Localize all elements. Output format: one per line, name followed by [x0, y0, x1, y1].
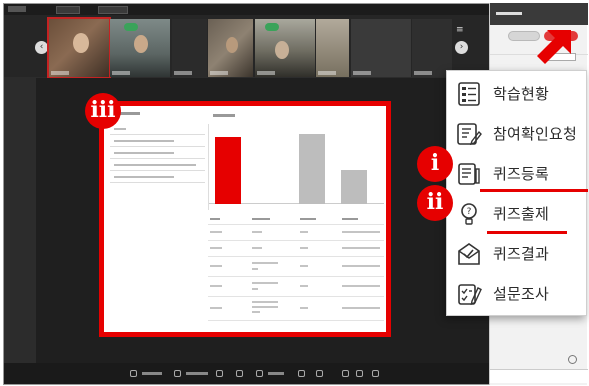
table-row[interactable]: [208, 277, 384, 297]
participant-name: [174, 71, 192, 75]
table-row[interactable]: [208, 225, 384, 241]
mic-icon[interactable]: [216, 370, 223, 377]
svg-text:?: ?: [467, 207, 472, 217]
participant-name: [257, 71, 275, 75]
participant-tile[interactable]: [172, 19, 207, 77]
annotation-marker-iii: iii: [85, 93, 121, 129]
table-header: [208, 214, 384, 225]
participant-tile[interactable]: [351, 19, 411, 77]
mic-badge: [124, 23, 138, 31]
participant-tile[interactable]: [110, 19, 170, 77]
learning-status-icon: [458, 82, 480, 106]
table-row[interactable]: [208, 257, 384, 277]
bottom-toolbar: [4, 363, 490, 384]
speaker-icon[interactable]: [236, 370, 243, 377]
exit-icon[interactable]: [372, 370, 379, 377]
attendance-request-icon: [457, 123, 482, 146]
fullscreen-icon[interactable]: [356, 370, 363, 377]
list-item[interactable]: [110, 124, 205, 135]
annotation-marker-i: i: [417, 146, 453, 182]
participant-tile[interactable]: [47, 17, 111, 79]
menu-item-label: 설문조사: [493, 285, 550, 303]
chart-bar: [341, 170, 367, 204]
list-item[interactable]: [110, 160, 205, 171]
toolbar-label: [268, 372, 284, 375]
highlight-underline: [480, 189, 588, 192]
list-item[interactable]: [110, 148, 205, 159]
hamburger-icon[interactable]: ≡: [456, 25, 464, 35]
list-item[interactable]: [110, 172, 205, 183]
participant-name: [51, 71, 69, 75]
menu-item-label: 참여확인요청: [493, 125, 578, 143]
chat-input[interactable]: [490, 369, 588, 383]
toolbar-label: [186, 372, 208, 375]
quiz-register-icon: [458, 163, 480, 185]
participant-name: [414, 71, 432, 75]
instructor-tools-menu: 학습현황 참여확인요청 퀴즈등록 ? 퀴즈출제 퀴즈결과 설문조사: [446, 70, 588, 316]
menu-item-label: 학습현황: [493, 85, 550, 103]
quiz-answer-chart: [208, 114, 384, 210]
menu-item-learning-status[interactable]: 학습현황: [447, 74, 588, 114]
menu-item-quiz-results[interactable]: 퀴즈결과: [447, 234, 588, 274]
menu-item-quiz-question[interactable]: ? 퀴즈출제: [447, 194, 588, 234]
quiz-results-icon: [458, 243, 480, 265]
pointer-arrow-icon: [537, 30, 571, 64]
chart-bar: [299, 134, 325, 204]
top-tab-bar: [4, 4, 490, 15]
participant-name: [318, 71, 336, 75]
menu-item-label: 퀴즈등록: [493, 165, 550, 183]
participant-name: [112, 71, 130, 75]
screen-share-icon[interactable]: [130, 370, 137, 377]
chat-icon[interactable]: [316, 370, 323, 377]
participant-tile[interactable]: [208, 19, 253, 77]
participant-tile[interactable]: [255, 19, 315, 77]
participant-name: [353, 71, 371, 75]
survey-icon: [458, 284, 482, 306]
tab-settings[interactable]: [98, 6, 128, 14]
record-icon[interactable]: [174, 370, 181, 377]
chart-bar: [257, 203, 283, 204]
participant-tile[interactable]: [412, 19, 452, 77]
settings-icon[interactable]: [342, 370, 349, 377]
table-row[interactable]: [208, 241, 384, 257]
layout-icon[interactable]: [256, 370, 263, 377]
list-item[interactable]: [110, 136, 205, 147]
menu-item-quiz-register[interactable]: 퀴즈등록: [447, 154, 588, 194]
chevron-left-icon[interactable]: ‹: [35, 41, 48, 54]
tab-class[interactable]: [56, 6, 80, 14]
table-row[interactable]: [208, 297, 384, 321]
quiz-answer-table: [208, 214, 384, 321]
chart-bar: [215, 137, 241, 204]
help-icon[interactable]: [568, 355, 577, 364]
menu-item-survey[interactable]: 설문조사: [447, 274, 588, 314]
chevron-right-icon[interactable]: ›: [455, 41, 468, 54]
participant-tile[interactable]: [316, 19, 349, 77]
mic-badge: [265, 23, 279, 31]
participant-video-strip: ‹ › ≡: [4, 15, 490, 79]
quiz-result-slide: [99, 101, 391, 337]
menu-item-label: 퀴즈결과: [493, 245, 550, 263]
participant-name: [210, 71, 228, 75]
sidebar-header: [490, 3, 588, 25]
sidebar-title: [496, 12, 522, 15]
toolbar-label: [142, 372, 162, 375]
app-logo: [8, 6, 26, 12]
menu-item-label: 퀴즈출제: [493, 205, 550, 223]
quiz-question-icon: ?: [461, 203, 477, 225]
quiz-question-list: [110, 124, 205, 184]
menu-item-attendance-request[interactable]: 참여확인요청: [447, 114, 588, 154]
chart-title: [213, 114, 235, 117]
lock-icon[interactable]: [298, 370, 305, 377]
annotation-marker-ii: ii: [417, 185, 453, 221]
